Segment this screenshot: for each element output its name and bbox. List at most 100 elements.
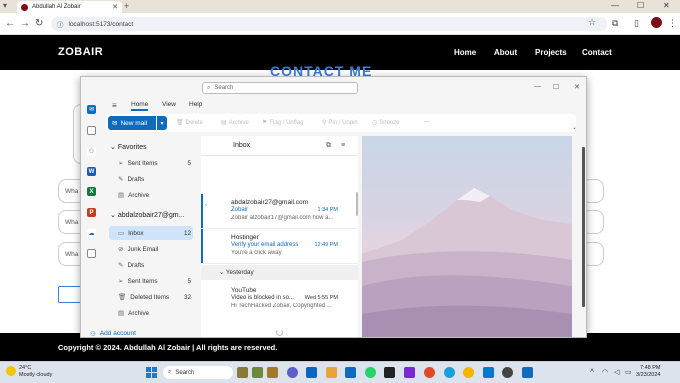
favorites-header[interactable]: ⌄ Favorites bbox=[110, 143, 147, 151]
add-account-link[interactable]: ⚇ Add account bbox=[90, 330, 136, 337]
mail-app-icon[interactable]: ✉ bbox=[87, 105, 96, 114]
nav-link-contact[interactable]: Contact bbox=[582, 48, 612, 57]
tab-help[interactable]: Help bbox=[189, 101, 202, 108]
app-icon[interactable] bbox=[424, 367, 435, 378]
folder-count: 32 bbox=[183, 293, 191, 301]
nav-link-home[interactable]: Home bbox=[454, 48, 476, 57]
terminal-icon[interactable] bbox=[384, 367, 395, 378]
folder-inbox[interactable]: ▭ Inbox 12 bbox=[109, 226, 193, 240]
wifi-icon[interactable]: ◠ bbox=[602, 368, 608, 376]
profile-avatar[interactable] bbox=[651, 17, 662, 28]
nav-link-projects[interactable]: Projects bbox=[535, 48, 567, 57]
clock-time: 7:48 PM bbox=[639, 365, 661, 371]
message-item[interactable]: › abdalzobair27@gmail.com Zobair 1:34 PM… bbox=[201, 194, 358, 229]
app-icon[interactable] bbox=[502, 367, 513, 378]
widget-image-icon[interactable] bbox=[252, 367, 263, 378]
tab-home[interactable]: Home bbox=[131, 101, 149, 111]
address-bar[interactable]: ⓘ localhost:5173/contact bbox=[51, 17, 607, 31]
outlook-maximize-icon[interactable]: ☐ bbox=[553, 83, 559, 91]
hamburger-menu-icon[interactable]: ≡ bbox=[112, 101, 117, 110]
more-actions-icon[interactable]: ··· bbox=[424, 119, 430, 125]
tray-chevron-icon[interactable]: ˄ bbox=[590, 368, 594, 375]
message-preview: Zobair alzobair17@gmail.com how a... bbox=[231, 215, 334, 221]
folder-drafts[interactable]: ✎ Drafts bbox=[109, 258, 193, 272]
ribbon-expand-icon[interactable]: ⌄ bbox=[572, 124, 577, 131]
mail-icon[interactable] bbox=[345, 367, 356, 378]
tab-view[interactable]: View bbox=[162, 101, 176, 108]
folder-deleted-items[interactable]: 🗑 Deleted Items 32 bbox=[109, 290, 193, 304]
windows-start-icon[interactable] bbox=[146, 367, 157, 378]
group-header-yesterday[interactable]: ⌄ Yesterday bbox=[201, 265, 358, 280]
outlook-search-input[interactable]: ⌕ Search bbox=[202, 82, 358, 94]
browser-menu-icon[interactable]: ⋮ bbox=[668, 18, 677, 29]
maximize-icon[interactable]: ☐ bbox=[637, 1, 644, 10]
site-info-icon[interactable]: ⓘ bbox=[57, 19, 64, 29]
pin-button[interactable]: ⚲ Pin / Unpin bbox=[322, 119, 358, 127]
powerpoint-app-icon[interactable]: P bbox=[87, 208, 96, 217]
browser-tab[interactable]: Abdullah Al Zobair ✕ bbox=[17, 1, 122, 13]
mountain-landscape-image bbox=[362, 188, 572, 337]
outlook-taskbar-icon[interactable] bbox=[522, 367, 533, 378]
bookmark-star-icon[interactable]: ☆ bbox=[588, 17, 596, 28]
excel-app-icon[interactable]: X bbox=[87, 187, 96, 196]
file-explorer-icon[interactable] bbox=[326, 367, 337, 378]
site-logo[interactable]: ZOBAIR bbox=[58, 46, 103, 58]
people-app-icon[interactable]: ⚇ bbox=[87, 147, 96, 156]
folder-sent-items[interactable]: ➢ Sent Items 5 bbox=[109, 274, 193, 288]
message-item[interactable]: Hostinger Verify your email address 12:4… bbox=[201, 229, 358, 264]
delete-button[interactable]: 🗑 Delete bbox=[176, 119, 203, 127]
reload-icon[interactable]: ↻ bbox=[35, 18, 43, 29]
folder-junk[interactable]: ⊘ Junk Email bbox=[109, 242, 193, 256]
archive-button[interactable]: ▤ Archive bbox=[221, 119, 249, 127]
copilot-icon[interactable] bbox=[287, 367, 298, 378]
fav-archive[interactable]: ▤ Archive bbox=[109, 188, 193, 202]
weather-widget[interactable]: 24°C Mostly cloudy bbox=[6, 365, 52, 379]
widget-image-icon[interactable] bbox=[267, 367, 278, 378]
message-list-scrollbar[interactable] bbox=[356, 192, 358, 216]
contact-submit-button[interactable] bbox=[58, 286, 82, 303]
new-mail-button[interactable]: ✉ New mail bbox=[108, 116, 156, 130]
extensions-icon[interactable]: ⧉ bbox=[612, 18, 618, 29]
fav-drafts[interactable]: ✎ Drafts bbox=[109, 172, 193, 186]
select-icon[interactable]: ⧉ bbox=[326, 142, 331, 150]
message-item[interactable]: YouTube Video is blocked in so... Wed 5:… bbox=[201, 282, 358, 317]
account-header[interactable]: ⌄ abdalzobair27@gm... bbox=[110, 211, 184, 219]
flag-button[interactable]: ⚑ Flag / Unflag bbox=[262, 119, 303, 127]
folder-label: Sent Items bbox=[127, 159, 158, 167]
whatsapp-icon[interactable] bbox=[365, 367, 376, 378]
new-mail-dropdown[interactable]: ▾ bbox=[157, 116, 167, 130]
onedrive-app-icon[interactable]: ☁ bbox=[87, 229, 96, 238]
forward-icon[interactable]: → bbox=[20, 18, 30, 29]
reading-pane-scrollbar[interactable] bbox=[582, 147, 585, 307]
taskbar-search[interactable]: ⌕ Search bbox=[163, 366, 233, 379]
close-tab-icon[interactable]: ✕ bbox=[112, 3, 118, 11]
outlook-minimize-icon[interactable]: — bbox=[534, 83, 541, 90]
fav-sent-items[interactable]: ➢ Sent Items 5 bbox=[109, 156, 193, 170]
speaker-icon[interactable]: ◁ bbox=[614, 368, 619, 376]
chrome-icon[interactable] bbox=[463, 367, 474, 378]
tab-search-icon[interactable]: ▾ bbox=[3, 1, 7, 10]
back-icon[interactable]: ← bbox=[5, 18, 15, 29]
widget-image-icon[interactable] bbox=[237, 367, 248, 378]
add-account-label: Add account bbox=[99, 330, 136, 337]
nav-link-about[interactable]: About bbox=[494, 48, 517, 57]
edge-icon[interactable] bbox=[444, 367, 455, 378]
app-icon[interactable] bbox=[404, 367, 415, 378]
close-window-icon[interactable]: ✕ bbox=[663, 1, 670, 10]
folder-label: Drafts bbox=[127, 175, 145, 183]
filter-icon[interactable]: ≡ bbox=[341, 142, 345, 149]
minimize-icon[interactable]: — bbox=[611, 1, 619, 10]
taskbar-clock[interactable]: 7:48 PM 3/23/2024 bbox=[636, 365, 660, 379]
calendar-app-icon[interactable] bbox=[87, 126, 96, 135]
new-tab-button[interactable]: + bbox=[124, 1, 129, 11]
apps-grid-icon[interactable] bbox=[87, 249, 96, 258]
word-app-icon[interactable]: W bbox=[87, 167, 96, 176]
expand-thread-icon[interactable]: › bbox=[205, 203, 207, 209]
sidebar-icon[interactable]: ▯ bbox=[634, 18, 639, 29]
snooze-button[interactable]: ◷ Snooze bbox=[372, 119, 400, 127]
linkedin-icon[interactable] bbox=[306, 367, 317, 378]
outlook-close-icon[interactable]: ✕ bbox=[574, 83, 580, 91]
folder-archive[interactable]: ▤ Archive bbox=[109, 306, 193, 320]
battery-icon[interactable]: ▭ bbox=[625, 368, 632, 376]
vscode-icon[interactable] bbox=[483, 367, 494, 378]
